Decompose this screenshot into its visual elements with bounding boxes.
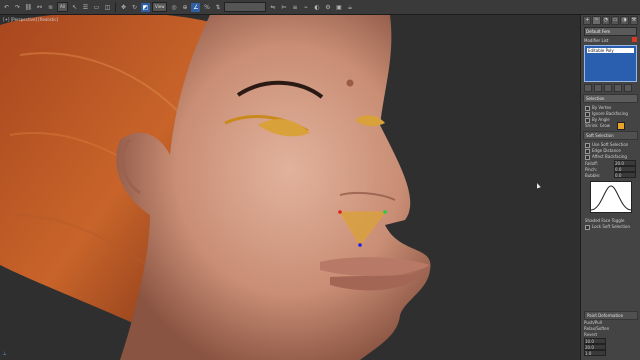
scale-icon[interactable]: ◩ — [140, 2, 150, 12]
brush-strength-value[interactable]: 1.0 — [584, 350, 606, 356]
material-icon[interactable]: ◐ — [312, 3, 321, 12]
brush-strength-spinner[interactable]: 1.0 — [584, 350, 638, 356]
shrink-grow-buttons: Shrink Grow — [585, 123, 636, 129]
bind-icon[interactable]: ≋ — [46, 3, 55, 12]
configure-sets-icon[interactable] — [624, 84, 632, 92]
make-unique-icon[interactable] — [604, 84, 612, 92]
tab-motion[interactable]: ▭ — [610, 16, 620, 25]
tab-modify[interactable]: ~ — [592, 16, 601, 25]
snap-icon[interactable]: ⊕ — [180, 3, 189, 12]
tab-hierarchy[interactable]: ◔ — [601, 16, 610, 25]
pivot-icon[interactable]: ◎ — [169, 3, 178, 12]
viewport-label[interactable]: [+] [Perspective] [Realistic] — [3, 17, 58, 22]
vertex-subobject-button[interactable] — [617, 122, 625, 130]
command-panel-tabs: + ~ ◔ ▭ ◑ ⚒ — [581, 15, 640, 26]
perspective-viewport[interactable]: [+] [Perspective] [Realistic] ⟂ — [0, 15, 580, 360]
rotate-icon[interactable]: ↻ — [130, 3, 139, 12]
object-name-field[interactable]: Default Fem — [584, 27, 637, 36]
mirror-icon[interactable]: ⇋ — [268, 3, 277, 12]
layer-icon[interactable]: ≡ — [290, 3, 299, 12]
toolbar-divider — [114, 2, 116, 12]
object-color-swatch[interactable] — [632, 37, 637, 42]
modifier-list-label: Modifier List — [584, 38, 609, 43]
checkbox[interactable] — [585, 105, 590, 111]
unlink-icon[interactable]: ⚯ — [35, 3, 44, 12]
tab-create[interactable]: + — [583, 16, 592, 25]
move-icon[interactable]: ✥ — [119, 3, 128, 12]
spinner-label: Bubble: — [585, 172, 601, 178]
remove-modifier-icon[interactable] — [614, 84, 622, 92]
select-icon[interactable]: ↖ — [70, 3, 79, 12]
percent-snap-icon[interactable]: % — [202, 3, 211, 12]
render-icon[interactable]: ☕ — [345, 3, 354, 12]
option-lock-soft-selection[interactable]: Lock Soft Selection — [585, 224, 636, 230]
checkbox[interactable] — [585, 154, 590, 160]
stack-item-editable-poly[interactable]: Editable Poly — [587, 48, 634, 53]
selection-filter-dropdown[interactable]: All — [57, 2, 68, 12]
selection-rollout[interactable]: Selection — [583, 94, 638, 103]
reference-coordinate-dropdown[interactable]: View — [151, 2, 168, 12]
angle-snap-icon[interactable]: ∠ — [191, 2, 201, 12]
window-crossing-icon[interactable]: ◫ — [103, 3, 112, 12]
axis-gizmo-icon: ⟂ — [3, 351, 7, 357]
checkbox[interactable] — [585, 117, 590, 123]
modifier-stack[interactable]: Editable Poly — [584, 45, 637, 82]
checkbox[interactable] — [585, 142, 590, 148]
modifier-list-dropdown[interactable]: Modifier List — [584, 37, 637, 44]
spinner-label: Pinch: — [585, 166, 598, 172]
spinner-label: Falloff: — [585, 160, 599, 166]
align-icon[interactable]: ⊨ — [279, 3, 288, 12]
shrink-button[interactable]: Shrink — [585, 123, 598, 129]
render-frame-icon[interactable]: ▣ — [334, 3, 343, 12]
tab-display[interactable]: ◑ — [620, 16, 629, 25]
pin-stack-icon[interactable] — [584, 84, 592, 92]
soft-selection-rollout[interactable]: Soft Selection — [583, 131, 638, 140]
head-model-render — [0, 15, 431, 360]
undo-icon[interactable]: ↶ — [2, 3, 11, 12]
falloff-curve-graph — [590, 181, 632, 213]
checkbox[interactable] — [585, 148, 590, 154]
option-label: Lock Soft Selection — [592, 224, 630, 229]
select-name-icon[interactable]: ☰ — [81, 3, 90, 12]
paint-deformation-rollout[interactable]: Paint Deformation — [584, 311, 638, 320]
spinner-snap-icon[interactable]: ⇅ — [213, 3, 222, 12]
grow-button[interactable]: Grow — [600, 123, 610, 129]
checkbox[interactable] — [585, 224, 590, 230]
tab-utilities[interactable]: ⚒ — [629, 16, 638, 25]
command-panel: + ~ ◔ ▭ ◑ ⚒ Default Fem Modifier List Ed… — [580, 15, 640, 360]
paint-deformation-controls: Paint Deformation Push/Pull Relax/Soften… — [584, 311, 638, 356]
link-icon[interactable]: ⛓ — [24, 3, 33, 12]
bubble-spinner[interactable]: Bubble: 0.0 — [585, 172, 636, 178]
main-toolbar: ↶ ↷ ⛓ ⚯ ≋ All ↖ ☰ ▭ ◫ ✥ ↻ ◩ View ◎ ⊕ ∠ %… — [0, 0, 640, 15]
named-selection-field[interactable] — [224, 2, 267, 12]
show-end-result-icon[interactable] — [594, 84, 602, 92]
graph-icon[interactable]: ⌁ — [301, 3, 310, 12]
redo-icon[interactable]: ↷ — [13, 3, 22, 12]
checkbox[interactable] — [585, 111, 590, 117]
bubble-value[interactable]: 0.0 — [614, 172, 636, 178]
render-setup-icon[interactable]: ⚙ — [323, 3, 332, 12]
stack-controls — [584, 84, 637, 92]
rect-select-icon[interactable]: ▭ — [92, 3, 101, 12]
